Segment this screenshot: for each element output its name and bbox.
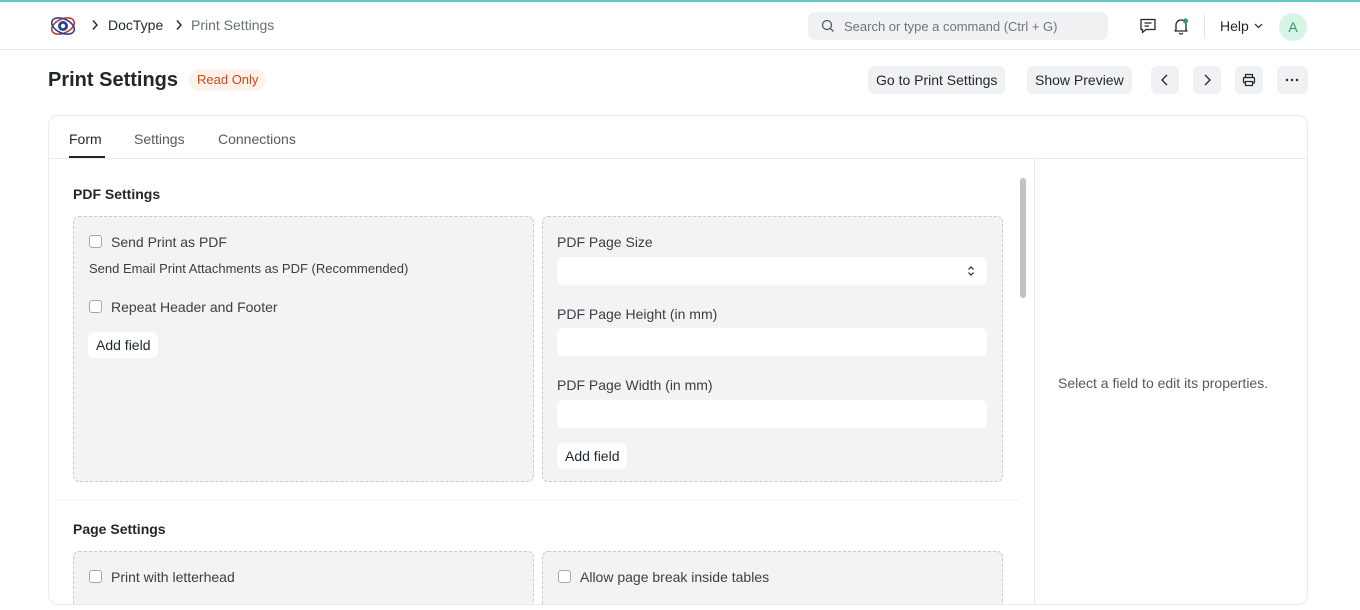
checkbox-label: Print with letterhead bbox=[111, 569, 235, 585]
field-description: Send Email Print Attachments as PDF (Rec… bbox=[89, 261, 409, 276]
chevron-right-icon bbox=[1204, 74, 1211, 86]
search-icon bbox=[821, 19, 835, 33]
navbar-divider bbox=[1204, 14, 1205, 38]
pdf-page-size-select[interactable] bbox=[557, 257, 987, 285]
breadcrumb-separator-icon bbox=[175, 19, 183, 34]
previous-document-button[interactable] bbox=[1151, 66, 1179, 94]
chevron-down-icon bbox=[1254, 23, 1263, 29]
ellipsis-icon bbox=[1285, 78, 1299, 82]
breadcrumb-separator-icon bbox=[91, 19, 99, 34]
checkbox[interactable] bbox=[558, 570, 571, 583]
go-to-print-settings-button[interactable]: Go to Print Settings bbox=[868, 66, 1006, 94]
field-label: PDF Page Height (in mm) bbox=[557, 306, 718, 322]
column-left[interactable]: Send Print as PDF Send Email Print Attac… bbox=[73, 216, 534, 482]
notification-bell-icon[interactable] bbox=[1171, 16, 1191, 36]
chat-icon[interactable] bbox=[1138, 16, 1158, 36]
column-right[interactable]: PDF Page Size PDF Page Height (in mm) PD… bbox=[542, 216, 1003, 482]
checkbox[interactable] bbox=[89, 570, 102, 583]
column-left[interactable]: Print with letterhead bbox=[73, 551, 534, 604]
print-button[interactable] bbox=[1235, 66, 1263, 94]
select-arrows-icon bbox=[968, 266, 974, 276]
search-input[interactable] bbox=[844, 12, 1099, 40]
field-label: PDF Page Size bbox=[557, 234, 653, 250]
help-label: Help bbox=[1220, 18, 1249, 34]
form-builder-canvas: PDF Settings Send Print as PDF Send Emai… bbox=[55, 165, 1019, 604]
tab-connections[interactable]: Connections bbox=[218, 131, 296, 147]
add-field-button[interactable]: Add field bbox=[88, 332, 159, 358]
chevron-left-icon bbox=[1161, 74, 1168, 86]
field-label: PDF Page Width (in mm) bbox=[557, 377, 713, 393]
show-preview-button[interactable]: Show Preview bbox=[1027, 66, 1132, 94]
breadcrumb-print-settings[interactable]: Print Settings bbox=[191, 17, 274, 33]
tab-bar: Form Settings Connections bbox=[49, 116, 1307, 159]
pdf-page-width-input[interactable] bbox=[557, 400, 987, 428]
tab-form[interactable]: Form bbox=[69, 131, 102, 147]
user-avatar[interactable]: A bbox=[1279, 13, 1307, 41]
scrollbar-thumb[interactable] bbox=[1020, 178, 1026, 298]
status-badge: Read Only bbox=[189, 69, 267, 91]
section-page-settings[interactable]: Page Settings Print with letterhead Allo… bbox=[55, 501, 1019, 604]
form-builder-card: Form Settings Connections PDF Settings S… bbox=[48, 115, 1308, 605]
more-actions-button[interactable] bbox=[1277, 66, 1308, 94]
checkbox[interactable] bbox=[89, 300, 102, 313]
app-logo-icon[interactable] bbox=[49, 13, 77, 39]
properties-panel-message: Select a field to edit its properties. bbox=[1058, 375, 1269, 391]
active-tab-indicator bbox=[69, 156, 105, 158]
checkbox-label: Send Print as PDF bbox=[111, 234, 227, 250]
help-dropdown[interactable]: Help bbox=[1220, 18, 1263, 34]
checkbox[interactable] bbox=[89, 235, 102, 248]
column-right[interactable]: Allow page break inside tables bbox=[542, 551, 1003, 604]
printer-icon bbox=[1242, 73, 1256, 87]
page-title: Print Settings bbox=[48, 69, 179, 91]
breadcrumb-doctype[interactable]: DocType bbox=[108, 17, 163, 33]
tab-settings[interactable]: Settings bbox=[134, 131, 185, 147]
add-field-button[interactable]: Add field bbox=[557, 443, 628, 469]
properties-panel-divider bbox=[1034, 159, 1035, 604]
awesome-search-bar[interactable] bbox=[808, 12, 1108, 40]
next-document-button[interactable] bbox=[1193, 66, 1221, 94]
checkbox-label: Allow page break inside tables bbox=[580, 569, 770, 585]
section-pdf-settings[interactable]: PDF Settings Send Print as PDF Send Emai… bbox=[55, 165, 1019, 499]
pdf-page-height-input[interactable] bbox=[557, 328, 987, 356]
navbar: DocType Print Settings Help A bbox=[0, 2, 1360, 50]
form-scrollbar[interactable] bbox=[1019, 165, 1027, 599]
section-title: Page Settings bbox=[73, 521, 166, 537]
checkbox-label: Repeat Header and Footer bbox=[111, 299, 278, 315]
section-title: PDF Settings bbox=[73, 186, 161, 202]
